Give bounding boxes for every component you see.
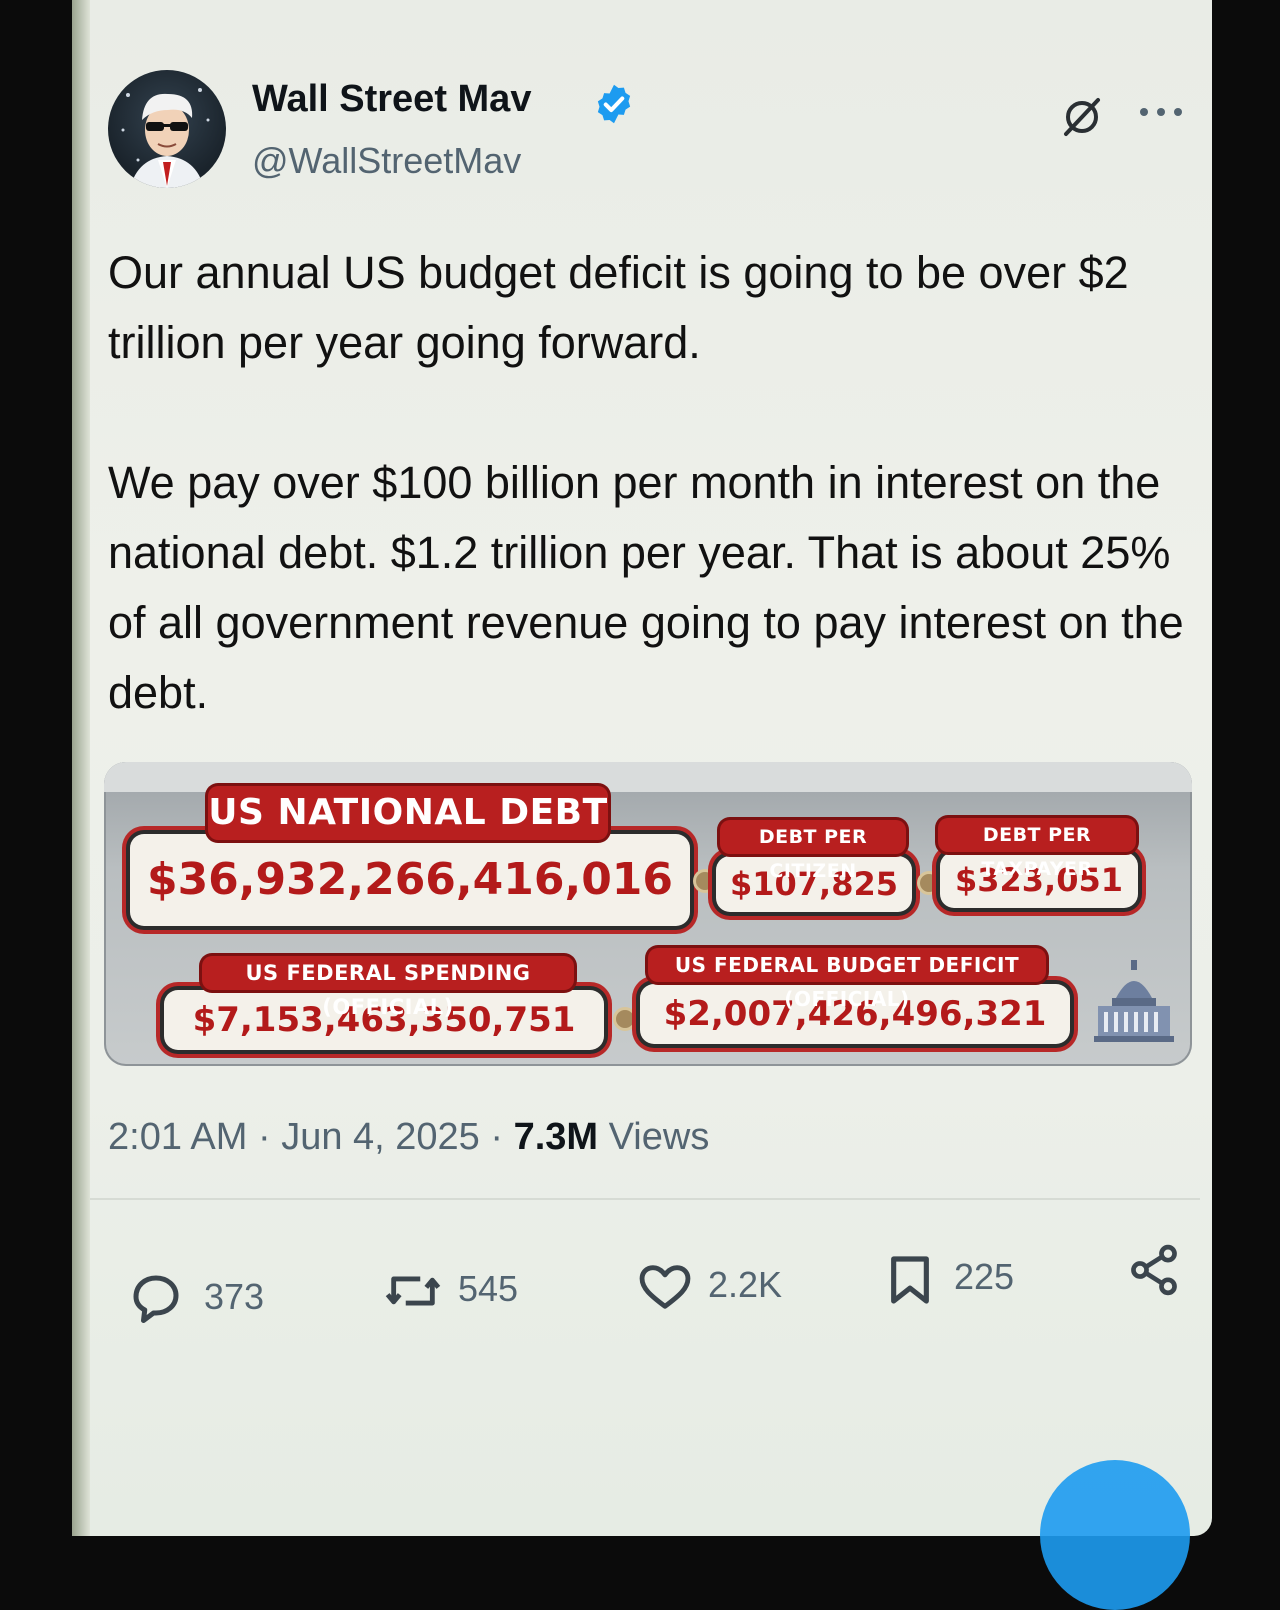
link-connector [920,874,938,892]
author-handle[interactable]: @WallStreetMav [252,140,521,182]
phone-edge [72,0,90,1536]
bookmark-icon[interactable] [882,1250,938,1310]
share-icon[interactable] [1126,1240,1182,1300]
grok-icon[interactable] [1058,92,1106,140]
meta-separator: · [257,1116,271,1158]
debt-clock-image[interactable]: $36,932,266,416,016 US NATIONAL DEBT $10… [104,762,1192,1066]
tweet-text: Our annual US budget deficit is going to… [108,247,1184,718]
reply-count[interactable]: 373 [204,1276,264,1318]
national-debt-value: $36,932,266,416,016 [130,834,690,926]
spending-label: US FEDERAL SPENDING (OFFICIAL) [202,956,574,1019]
avatar[interactable] [108,70,226,188]
meta-separator: · [490,1116,504,1158]
compose-button[interactable] [1040,1460,1190,1610]
tweet-meta: 2:01 AM · Jun 4, 2025 · 7.3M Views [108,1116,709,1159]
national-debt-label: US NATIONAL DEBT [208,786,608,840]
more-icon[interactable] [1138,104,1184,120]
tweet-time[interactable]: 2:01 AM [108,1116,247,1158]
link-connector [696,872,714,890]
deficit-label: US FEDERAL BUDGET DEFICIT (OFFICIAL) [648,948,1046,1011]
verified-badge-icon [597,84,631,124]
capitol-icon [1094,960,1174,1042]
reply-icon[interactable] [126,1268,186,1328]
author-display-name[interactable]: Wall Street Mav [252,78,531,121]
views-count[interactable]: 7.3M [514,1116,598,1158]
bookmark-count[interactable]: 225 [954,1256,1014,1298]
divider [90,1198,1200,1200]
link-connector [616,1010,634,1028]
like-icon[interactable] [636,1258,694,1316]
tweet-date[interactable]: Jun 4, 2025 [281,1116,480,1158]
views-label: Views [608,1116,710,1158]
per-taxpayer-label: DEBT PER TAXPAYER [938,818,1136,880]
per-citizen-label: DEBT PER CITIZEN [720,820,906,882]
repost-icon[interactable] [382,1262,444,1320]
repost-count[interactable]: 545 [458,1268,518,1310]
like-count[interactable]: 2.2K [708,1264,782,1306]
